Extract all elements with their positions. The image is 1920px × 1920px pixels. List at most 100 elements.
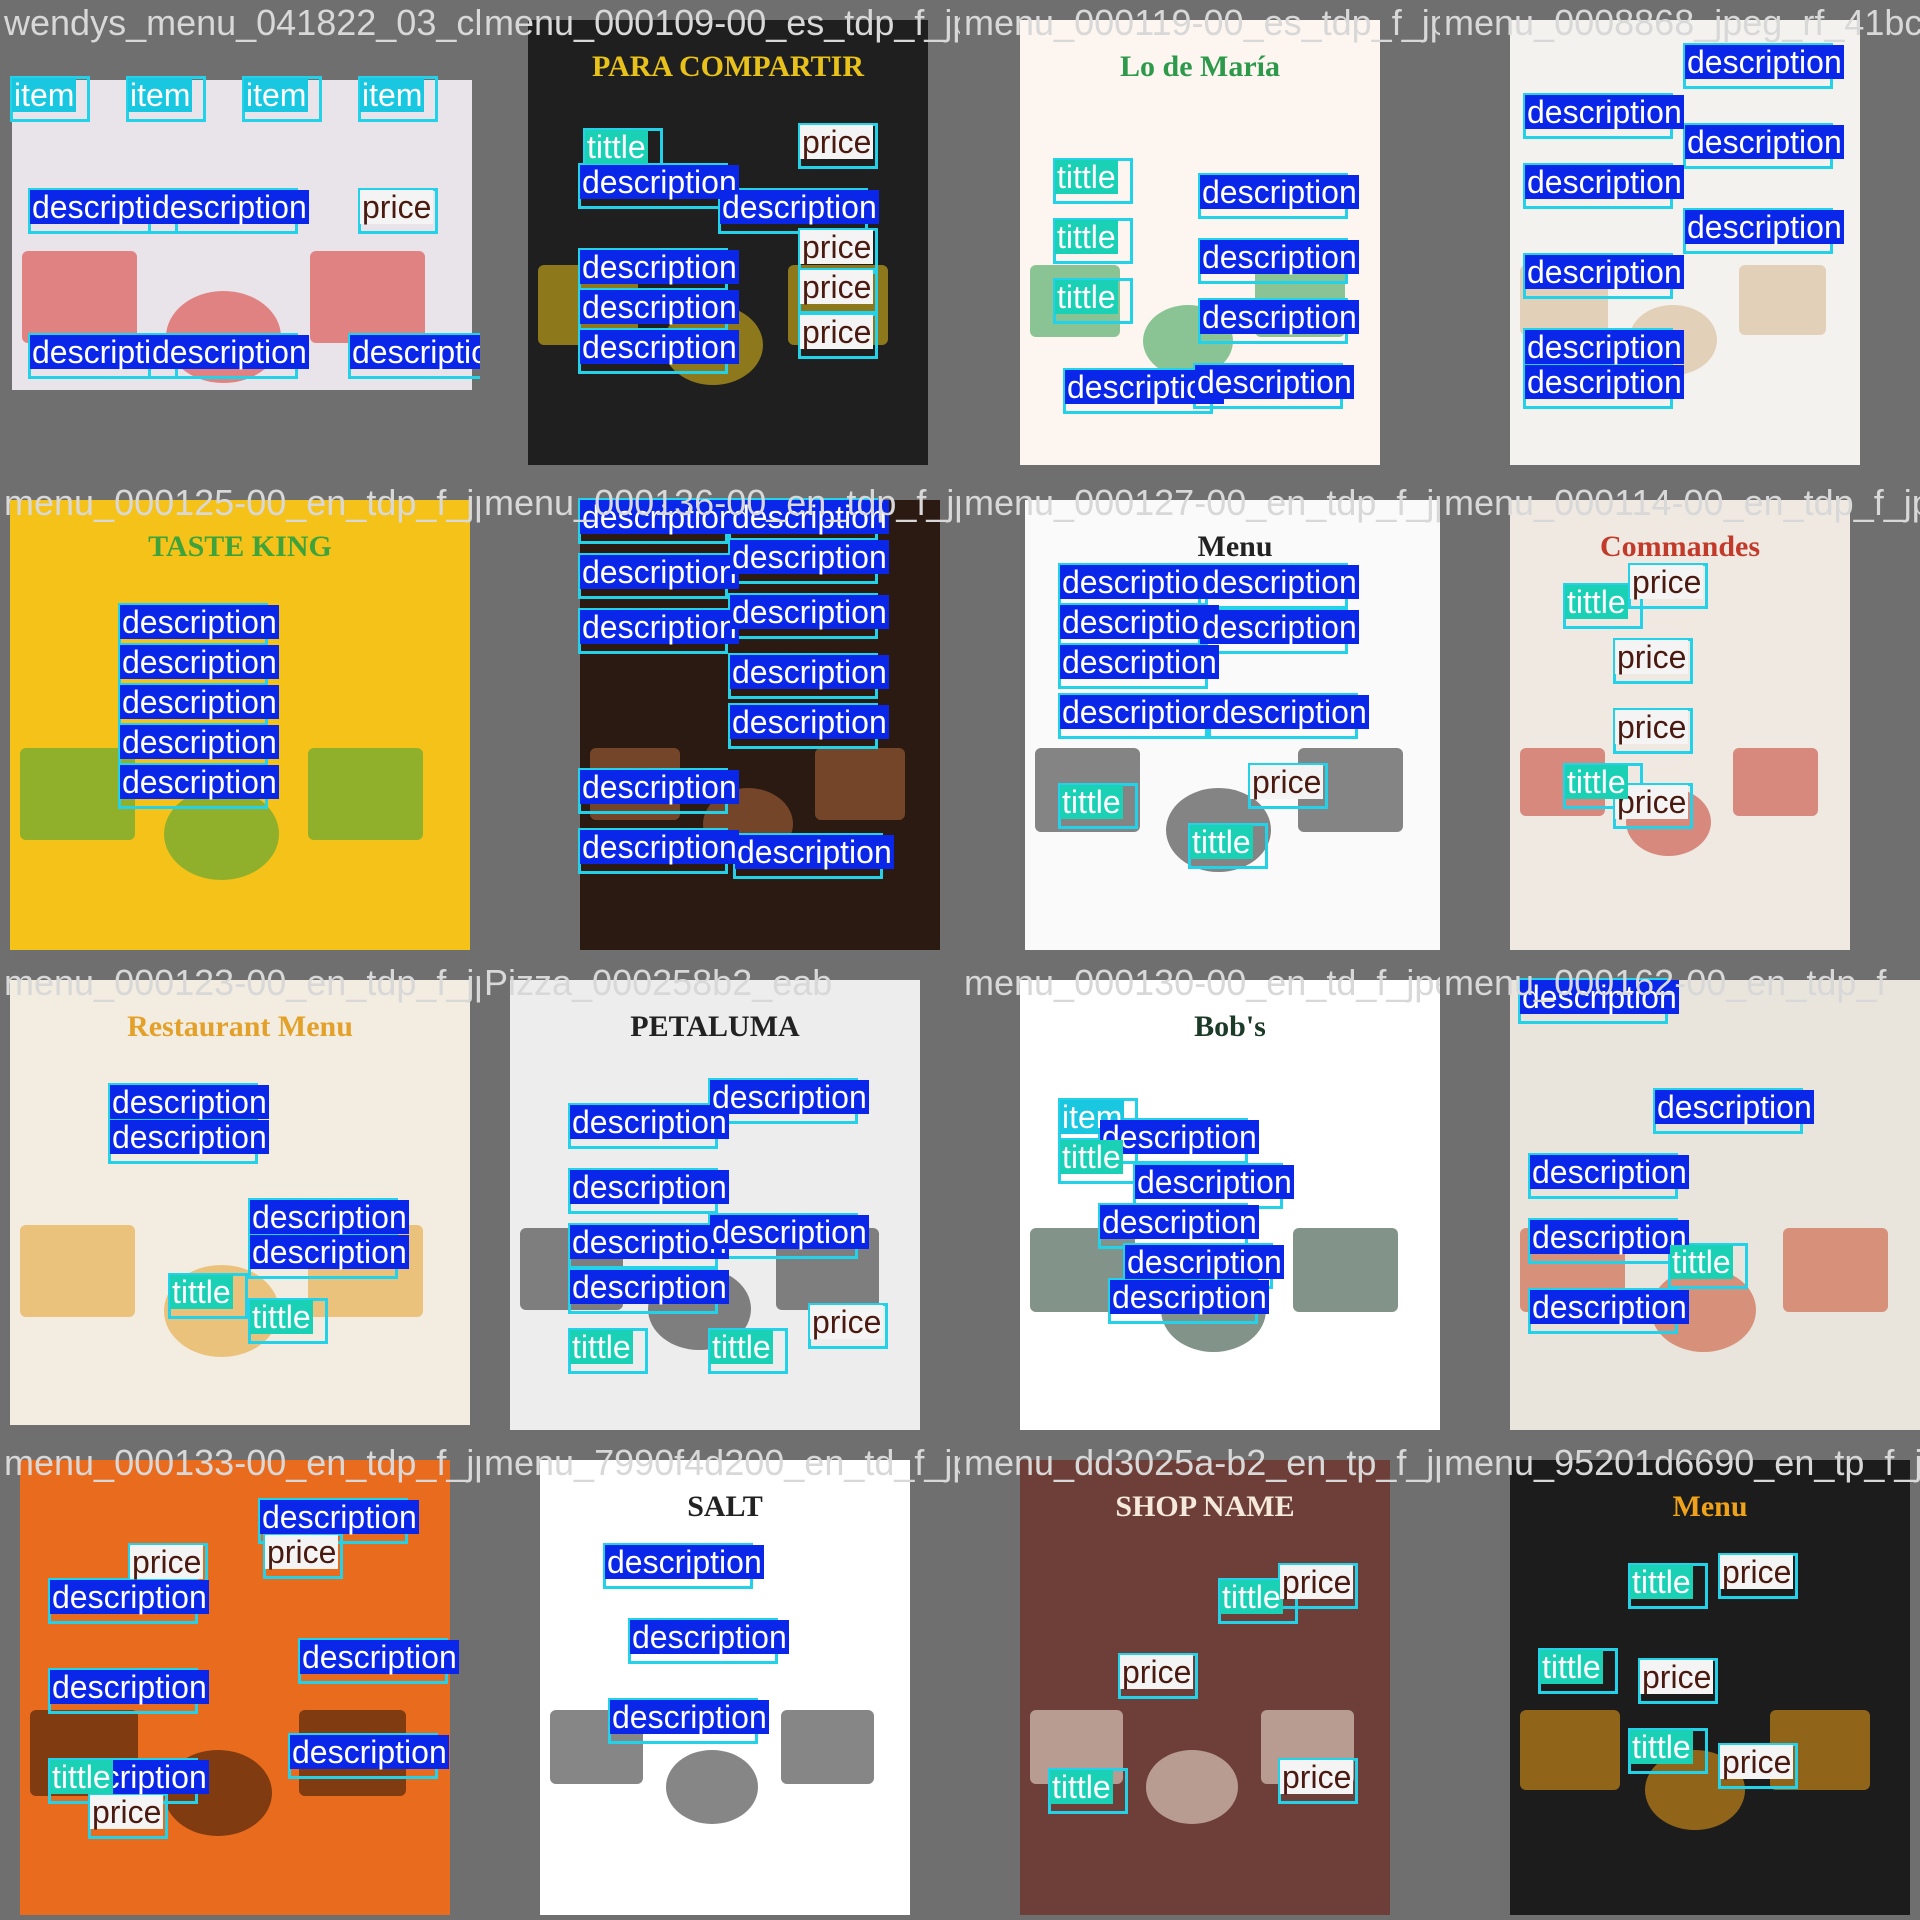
description-label: description [570,1269,729,1305]
menu-page: SHOP NAME [1020,1460,1390,1915]
description-label: description [570,1169,729,1205]
menu-page: SALT [540,1460,910,1915]
cell-filename: menu_000109-00_es_tdp_f_jpeg [484,2,960,43]
menu-heading: Restaurant Menu [127,1010,353,1043]
price-label: price [1280,1759,1354,1795]
description-label: description [1525,364,1684,400]
price-label: price [1630,564,1704,600]
description-label: description [1125,1244,1284,1280]
mosaic-cell: SHOP NAME tittle price tittle price price menu… [960,1440,1440,1920]
description-label: description [1655,1089,1814,1125]
tittle-label: tittle [1565,584,1628,620]
tittle-label: tittle [1190,824,1253,860]
price-label: price [800,229,874,265]
description-label: description [1110,1279,1269,1315]
cell-filename: menu_dd3025a-b2_en_tp_f_jpeg [964,1442,1440,1483]
tittle-label: tittle [50,1759,113,1795]
description-label: description [730,594,889,630]
cell-filename: menu_000127-00_en_tdp_f_jpeg [964,482,1440,523]
description-label: description [580,249,739,285]
price-label: price [800,314,874,350]
description-label: description [1195,364,1354,400]
cell-filename: menu_000162-00_en_tdp_f [1444,962,1887,1003]
tittle-label: tittle [1055,219,1118,255]
item-label: item [128,77,193,113]
description-label: description [580,164,739,200]
tittle-label: tittle [1540,1649,1603,1685]
mosaic-cell: Bob's item description tittle description des… [960,960,1440,1440]
description-label: description [730,704,889,740]
description-label: description [120,644,279,680]
description-label: description [1060,564,1219,600]
menu-heading: PETALUMA [630,1010,800,1043]
mosaic-cell: PARA COMPARTIR tittle price description desc… [480,0,960,480]
mosaic-cell: description description description descrip… [480,480,960,960]
cell-filename: menu_000125-00_en_tdp_f_jpeg [4,482,480,523]
price-label: price [800,124,874,160]
tittle-label: tittle [1060,784,1123,820]
description-label: description [1060,604,1219,640]
description-label: description [1685,124,1844,160]
price-label: price [265,1534,339,1570]
cell-filename: menu_95201d6690_en_tp_f_j [1444,1442,1920,1483]
price-label: price [1615,709,1689,745]
description-label: description [120,684,279,720]
description-label: description [735,834,894,870]
description-label: description [1685,44,1844,80]
price-label: price [1615,639,1689,675]
description-label: description [250,1234,409,1270]
description-label: description [1210,694,1369,730]
description-label: description [580,829,739,865]
description-label: description [1685,209,1844,245]
price-label: price [1120,1654,1194,1690]
tittle-label: tittle [1055,159,1118,195]
cell-filename: menu_000136-00_en_tdp_f_jpeg [484,482,960,523]
menu-heading: TASTE KING [148,530,332,563]
description-label: description [1200,299,1359,335]
cell-filename: menu_000133-00_en_tdp_f_jpeg [4,1442,480,1483]
food-image [309,250,425,343]
menu-heading: Menu [1672,1490,1748,1523]
price-label: price [810,1304,884,1340]
menu-heading: SALT [687,1490,763,1523]
description-label: description [150,334,309,370]
description-label: description [1525,94,1684,130]
tittle-label: tittle [1060,1139,1123,1175]
food-image [1732,747,1818,816]
tittle-label: tittle [1055,279,1118,315]
description-label: description [730,654,889,690]
description-label: description [580,289,739,325]
mosaic-cell: Restaurant Menu description description des… [0,960,480,1440]
mosaic-cell: price description description price descript… [0,1440,480,1920]
mosaic-cell: item item item item description description pr… [0,0,480,480]
food-image [815,747,905,820]
menu-heading: Lo de María [1120,50,1280,83]
description-label: description [50,1579,209,1615]
mosaic-cell: description description description descrip… [1440,0,1920,480]
food-image [22,250,137,343]
description-label: description [580,609,739,645]
price-label: price [1250,764,1324,800]
cell-filename: Pizza_000258b2_eab [484,962,833,1003]
description-label: description [580,329,739,365]
cell-filename: menu_000119-00_es_tdp_f_jpeg [964,2,1440,43]
description-label: description [120,724,279,760]
menu-heading: SHOP NAME [1115,1490,1295,1523]
description-label: description [250,1199,409,1235]
mosaic-cell: TASTE KING description description descript… [0,480,480,960]
description-label: description [1060,694,1219,730]
description-label: description [610,1699,769,1735]
description-label: description [720,189,879,225]
description-label: description [580,769,739,805]
description-label: description [710,1079,869,1115]
description-label: description [1525,164,1684,200]
description-label: description [300,1639,459,1675]
cell-filename: menu_000123-00_en_tdp_f_jpeg [4,962,480,1003]
item-label: item [360,77,425,113]
food-image [1145,1750,1239,1825]
tittle-label: tittle [570,1329,633,1365]
cell-filename: wendys_menu_041822_03_chicken_nuggets [4,2,480,43]
price-label: price [90,1794,164,1830]
food-image [1520,1710,1620,1791]
price-label: price [800,269,874,305]
